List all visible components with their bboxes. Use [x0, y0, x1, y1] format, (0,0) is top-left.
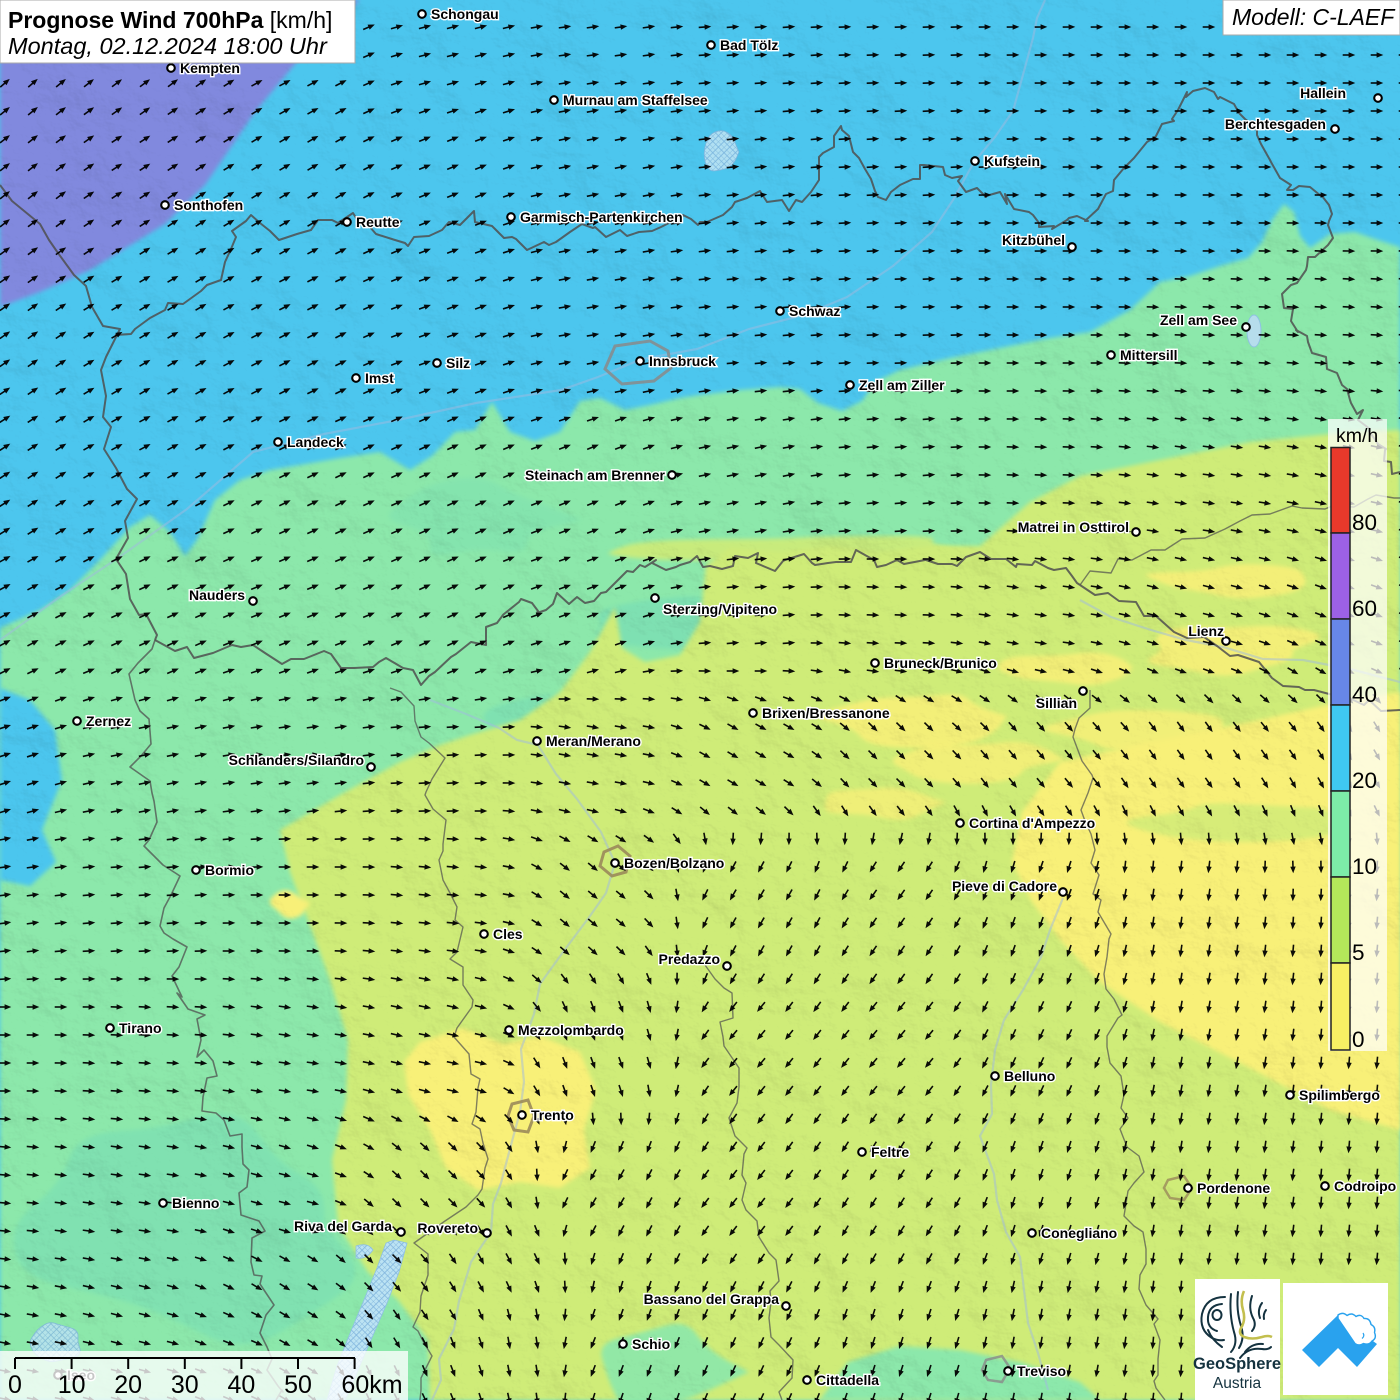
svg-text:Innsbruck: Innsbruck — [649, 353, 716, 369]
svg-text:Pieve di Cadore: Pieve di Cadore — [952, 878, 1057, 894]
svg-text:Zernez: Zernez — [86, 713, 131, 729]
svg-text:Reutte: Reutte — [356, 214, 400, 230]
svg-text:Mezzolombardo: Mezzolombardo — [518, 1022, 624, 1038]
svg-text:Nauders: Nauders — [189, 587, 245, 603]
svg-text:Brixen/Bressanone: Brixen/Bressanone — [762, 705, 890, 721]
svg-text:Montag, 02.12.2024 18:00 Uhr: Montag, 02.12.2024 18:00 Uhr — [8, 33, 328, 59]
svg-text:Austria: Austria — [1213, 1375, 1262, 1392]
svg-text:Zell am Ziller: Zell am Ziller — [859, 377, 945, 393]
svg-text:Bad Tölz: Bad Tölz — [720, 37, 778, 53]
svg-text:Feltre: Feltre — [871, 1144, 909, 1160]
svg-text:Hallein: Hallein — [1300, 85, 1346, 101]
svg-text:Rovereto: Rovereto — [417, 1220, 478, 1236]
svg-text:Predazzo: Predazzo — [659, 951, 720, 967]
svg-text:Bienno: Bienno — [172, 1195, 219, 1211]
svg-text:5: 5 — [1352, 940, 1365, 965]
svg-text:Lienz: Lienz — [1188, 623, 1224, 639]
svg-text:Sillian: Sillian — [1036, 695, 1077, 711]
svg-text:Spilimbergo: Spilimbergo — [1299, 1087, 1380, 1103]
svg-text:Berchtesgaden: Berchtesgaden — [1225, 116, 1326, 132]
svg-text:Tirano: Tirano — [119, 1020, 162, 1036]
svg-text:10: 10 — [1352, 854, 1377, 879]
svg-text:Bormio: Bormio — [205, 862, 254, 878]
svg-text:Treviso: Treviso — [1017, 1363, 1066, 1379]
svg-text:Kitzbühel: Kitzbühel — [1002, 232, 1065, 248]
svg-text:10: 10 — [58, 1371, 86, 1399]
svg-text:Prognose Wind 700hPa [km/h]: Prognose Wind 700hPa [km/h] — [8, 7, 332, 33]
svg-text:Schwaz: Schwaz — [789, 303, 840, 319]
svg-text:60km: 60km — [341, 1371, 402, 1399]
svg-text:Pordenone: Pordenone — [1197, 1180, 1270, 1196]
svg-text:Kufstein: Kufstein — [984, 153, 1040, 169]
svg-text:Cittadella: Cittadella — [816, 1372, 879, 1388]
svg-text:20: 20 — [114, 1371, 142, 1399]
svg-text:Belluno: Belluno — [1004, 1068, 1055, 1084]
svg-text:Codroipo: Codroipo — [1334, 1178, 1396, 1194]
svg-text:40: 40 — [227, 1371, 255, 1399]
svg-text:40: 40 — [1352, 682, 1377, 707]
svg-text:Sonthofen: Sonthofen — [174, 197, 243, 213]
svg-text:0: 0 — [8, 1371, 22, 1399]
svg-text:Bozen/Bolzano: Bozen/Bolzano — [624, 855, 724, 871]
svg-text:km/h: km/h — [1336, 425, 1378, 447]
svg-text:Sterzing/Vipiteno: Sterzing/Vipiteno — [663, 601, 777, 617]
svg-text:Riva del Garda: Riva del Garda — [294, 1218, 392, 1234]
svg-text:Mittersill: Mittersill — [1120, 347, 1178, 363]
svg-text:GeoSphere: GeoSphere — [1193, 1355, 1281, 1373]
svg-text:Cles: Cles — [493, 926, 523, 942]
svg-text:Matrei in Osttirol: Matrei in Osttirol — [1018, 519, 1129, 535]
svg-text:Schlanders/Silandro: Schlanders/Silandro — [229, 752, 364, 768]
svg-text:Garmisch-Partenkirchen: Garmisch-Partenkirchen — [520, 209, 683, 225]
svg-text:Conegliano: Conegliano — [1041, 1225, 1117, 1241]
svg-text:Zell am See: Zell am See — [1160, 312, 1237, 328]
svg-text:Steinach am Brenner: Steinach am Brenner — [525, 467, 666, 483]
svg-text:Imst: Imst — [365, 370, 394, 386]
svg-text:Murnau am Staffelsee: Murnau am Staffelsee — [563, 92, 708, 108]
svg-text:Schio: Schio — [632, 1336, 670, 1352]
svg-text:20: 20 — [1352, 768, 1377, 793]
svg-text:Trento: Trento — [531, 1107, 574, 1123]
svg-text:Bruneck/Brunico: Bruneck/Brunico — [884, 655, 997, 671]
svg-text:Schongau: Schongau — [431, 6, 499, 22]
svg-text:80: 80 — [1352, 510, 1377, 535]
svg-text:60: 60 — [1352, 596, 1377, 621]
svg-text:0: 0 — [1352, 1027, 1365, 1052]
svg-text:Modell: C-LAEF: Modell: C-LAEF — [1232, 4, 1396, 30]
svg-text:Meran/Merano: Meran/Merano — [546, 733, 641, 749]
svg-text:Silz: Silz — [446, 355, 470, 371]
svg-text:Cortina d'Ampezzo: Cortina d'Ampezzo — [969, 815, 1095, 831]
svg-text:Bassano del Grappa: Bassano del Grappa — [644, 1291, 780, 1307]
svg-text:50: 50 — [284, 1371, 312, 1399]
svg-text:Landeck: Landeck — [287, 434, 344, 450]
svg-text:30: 30 — [171, 1371, 199, 1399]
